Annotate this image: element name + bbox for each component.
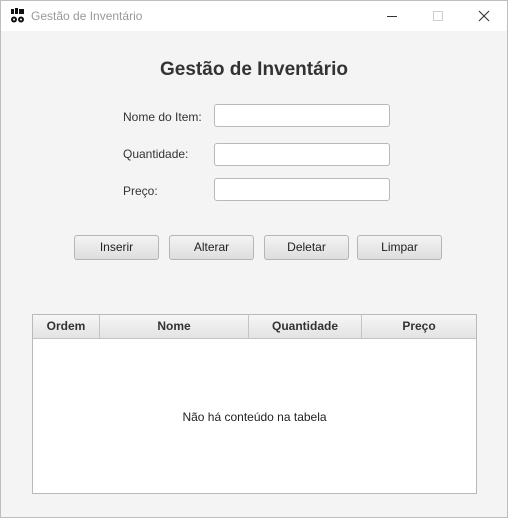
inventory-table[interactable]: Ordem Nome Quantidade Preço Não há conte… <box>32 314 477 494</box>
close-icon <box>478 10 490 22</box>
column-header-nome[interactable]: Nome <box>100 315 249 338</box>
maximize-button[interactable] <box>415 1 461 31</box>
window-title: Gestão de Inventário <box>31 9 143 23</box>
quantity-label: Quantidade: <box>123 147 189 161</box>
quantity-field[interactable] <box>214 143 390 166</box>
minimize-icon <box>387 16 397 17</box>
column-header-ordem[interactable]: Ordem <box>33 315 100 338</box>
delete-button[interactable]: Deletar <box>264 235 349 260</box>
price-label: Preço: <box>123 184 158 198</box>
price-field[interactable] <box>214 178 390 201</box>
maximize-icon <box>433 11 443 21</box>
insert-button[interactable]: Inserir <box>74 235 159 260</box>
app-icon <box>11 8 24 23</box>
table-header: Ordem Nome Quantidade Preço <box>33 315 476 339</box>
column-header-preco[interactable]: Preço <box>362 315 476 338</box>
column-header-quantidade[interactable]: Quantidade <box>249 315 362 338</box>
app-window: Gestão de Inventário Gestão de Inventári… <box>0 0 508 518</box>
title-bar[interactable]: Gestão de Inventário <box>1 1 507 31</box>
clear-button[interactable]: Limpar <box>357 235 442 260</box>
update-button[interactable]: Alterar <box>169 235 254 260</box>
item-name-field[interactable] <box>214 104 390 127</box>
item-name-label: Nome do Item: <box>123 110 202 124</box>
page-title: Gestão de Inventário <box>160 59 348 80</box>
table-empty-message: Não há conteúdo na tabela <box>182 410 327 424</box>
minimize-button[interactable] <box>369 1 415 31</box>
close-button[interactable] <box>461 1 507 31</box>
